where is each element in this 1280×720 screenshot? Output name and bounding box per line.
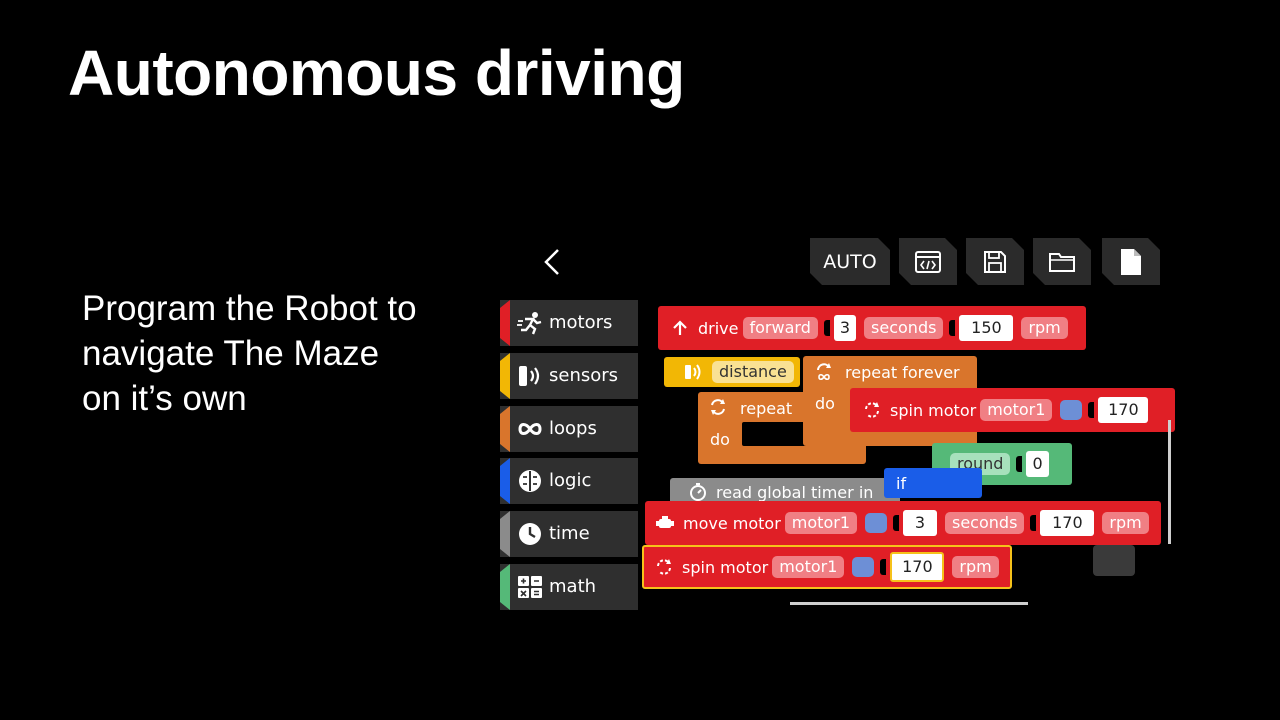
- speed-input[interactable]: 170: [1040, 510, 1095, 536]
- back-button[interactable]: [540, 246, 566, 278]
- open-folder-button[interactable]: [1033, 238, 1091, 285]
- rotate-icon: [657, 559, 671, 575]
- direction-toggle[interactable]: [865, 513, 887, 533]
- horizontal-scrollbar[interactable]: [790, 602, 1028, 605]
- slide-title: Autonomous driving: [68, 37, 685, 109]
- speed-unit-label: rpm: [952, 556, 999, 578]
- running-icon: [517, 312, 542, 335]
- distance-block[interactable]: distance: [664, 357, 800, 387]
- sensor-icon: [519, 366, 540, 386]
- body-line: Program the Robot to: [82, 289, 417, 328]
- speed-unit-label: rpm: [1102, 512, 1149, 534]
- category-time[interactable]: time: [500, 511, 638, 557]
- sensor-icon: [685, 364, 701, 380]
- block-label: move motor: [683, 513, 781, 533]
- category-label: motors: [549, 312, 613, 333]
- motor-dropdown[interactable]: motor1: [772, 556, 845, 578]
- block-label: drive: [698, 318, 739, 338]
- save-button[interactable]: [966, 238, 1024, 285]
- do-label: do: [815, 394, 835, 413]
- category-sensors[interactable]: sensors: [500, 353, 638, 399]
- drive-block[interactable]: drive forward 3 seconds 150 rpm: [658, 306, 1086, 350]
- motor-icon: [656, 516, 674, 528]
- if-block[interactable]: if: [884, 468, 982, 498]
- save-icon: [982, 249, 1008, 275]
- calculator-icon: [518, 576, 542, 598]
- category-motors[interactable]: motors: [500, 300, 638, 346]
- category-loops[interactable]: loops: [500, 406, 638, 452]
- vertical-scrollbar[interactable]: [1168, 420, 1171, 544]
- new-file-button[interactable]: [1102, 238, 1160, 285]
- clock-icon: [519, 523, 541, 545]
- duration-input[interactable]: 3: [903, 510, 937, 536]
- category-label: time: [549, 523, 590, 544]
- category-math[interactable]: math: [500, 564, 638, 610]
- duration-input[interactable]: 3: [833, 315, 857, 341]
- block-label: spin motor: [890, 400, 977, 420]
- block-label: if: [896, 473, 907, 493]
- speed-input[interactable]: 170: [890, 552, 945, 582]
- speed-unit-label: rpm: [1021, 317, 1068, 339]
- new-file-icon: [1120, 248, 1142, 276]
- speed-input[interactable]: 150: [959, 315, 1014, 341]
- slide-body: Program the Robot to navigate The Maze o…: [82, 286, 462, 421]
- block-label: read global timer in: [716, 482, 874, 502]
- category-logic[interactable]: logic: [500, 458, 638, 504]
- brain-icon: [519, 470, 541, 492]
- auto-mode-button[interactable]: AUTO: [810, 238, 890, 285]
- block-label: repeat forever: [845, 363, 960, 382]
- loop-icon: [711, 399, 725, 415]
- category-label: loops: [549, 418, 597, 439]
- move-motor-block[interactable]: move motor motor1 3 seconds 170 rpm: [645, 501, 1161, 545]
- spin-motor-block-selected[interactable]: spin motor motor1 170 rpm: [642, 545, 1012, 589]
- unit-dropdown[interactable]: seconds: [945, 512, 1025, 534]
- rotate-icon: [865, 402, 879, 418]
- arrow-up-icon: [673, 320, 687, 335]
- chevron-left-icon: [544, 249, 559, 275]
- motor-dropdown[interactable]: motor1: [784, 512, 857, 534]
- body-line: on it’s own: [82, 379, 247, 418]
- category-label: math: [549, 576, 597, 597]
- motor-dropdown[interactable]: motor1: [980, 399, 1053, 421]
- category-label: sensors: [549, 365, 619, 386]
- code-view-button[interactable]: [899, 238, 957, 285]
- direction-toggle[interactable]: [852, 557, 875, 577]
- distance-label: distance: [712, 361, 794, 383]
- category-label: logic: [549, 470, 592, 491]
- do-label: do: [710, 430, 730, 449]
- loop-infinite-icon: [817, 363, 831, 381]
- direction-toggle[interactable]: [1060, 400, 1083, 420]
- code-icon: [914, 250, 942, 274]
- body-line: navigate The Maze: [82, 334, 380, 373]
- folder-icon: [1048, 250, 1076, 274]
- infinity-icon: [518, 423, 542, 435]
- trash-can[interactable]: [1093, 545, 1135, 576]
- stopwatch-icon: [690, 483, 706, 501]
- block-label: spin motor: [682, 557, 769, 577]
- spin-motor-block[interactable]: spin motor motor1 170: [850, 388, 1175, 432]
- round-value[interactable]: 0: [1026, 451, 1049, 477]
- block-label: repeat: [740, 399, 793, 418]
- unit-dropdown[interactable]: seconds: [864, 317, 944, 339]
- direction-dropdown[interactable]: forward: [742, 317, 818, 339]
- speed-input[interactable]: 170: [1098, 397, 1149, 423]
